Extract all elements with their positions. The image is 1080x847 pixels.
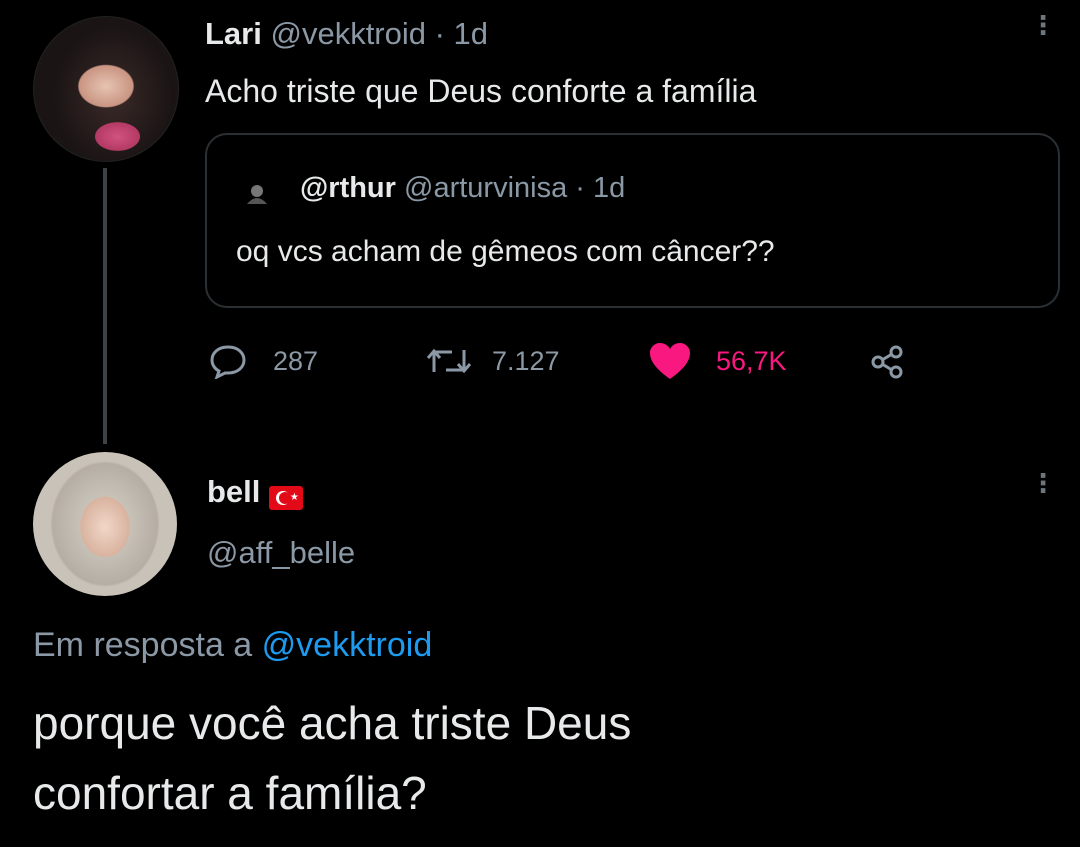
author-handle[interactable]: @vekktroid [270, 16, 426, 51]
retweet-count: 7.127 [492, 346, 560, 376]
like-count: 56,7K [716, 346, 787, 376]
reply-author-handle[interactable]: @aff_belle [207, 535, 355, 571]
tweet-header: Lari @vekktroid · 1d [205, 16, 488, 52]
reply-count: 287 [273, 346, 319, 376]
author-name[interactable]: Lari [205, 16, 262, 51]
in-reply-to-handle[interactable]: @vekktroid [262, 626, 433, 664]
in-reply-to: Em resposta a @vekktroid [33, 626, 432, 665]
quoted-tweet-card[interactable] [205, 133, 1060, 308]
quoted-author-name: @rthur [300, 172, 396, 204]
quoted-header: @rthur @arturvinisa · 1d [300, 172, 625, 205]
quoted-avatar-icon [242, 178, 272, 208]
tweet-time[interactable]: · 1d [435, 16, 488, 51]
more-icon[interactable]: ⋮ [1030, 470, 1056, 496]
more-icon[interactable]: ⋮ [1030, 12, 1056, 38]
reply-text: porque você acha triste Deus confortar a… [33, 688, 631, 828]
reply-header: bell ★ [207, 474, 303, 510]
avatar-bell[interactable] [33, 452, 177, 596]
reply-icon[interactable] [208, 343, 248, 380]
share-icon[interactable] [868, 344, 908, 380]
thread-connector [103, 168, 107, 444]
in-reply-to-prefix: Em resposta a [33, 626, 253, 664]
retweet-icon[interactable] [424, 344, 474, 378]
avatar-lari[interactable] [33, 16, 179, 162]
quoted-text: oq vcs acham de gêmeos com câncer?? [236, 235, 775, 268]
quoted-time: · 1d [575, 172, 626, 204]
reply-text-line-2: confortar a família? [33, 767, 427, 819]
like-icon[interactable] [648, 341, 692, 381]
tweet-text: Acho triste que Deus conforte a família [205, 73, 757, 109]
quoted-author-handle: @arturvinisa [404, 172, 568, 204]
reply-author-name[interactable]: bell [207, 474, 260, 509]
turkey-flag-icon: ★ [268, 485, 303, 510]
reply-text-line-1: porque você acha triste Deus [33, 697, 632, 749]
